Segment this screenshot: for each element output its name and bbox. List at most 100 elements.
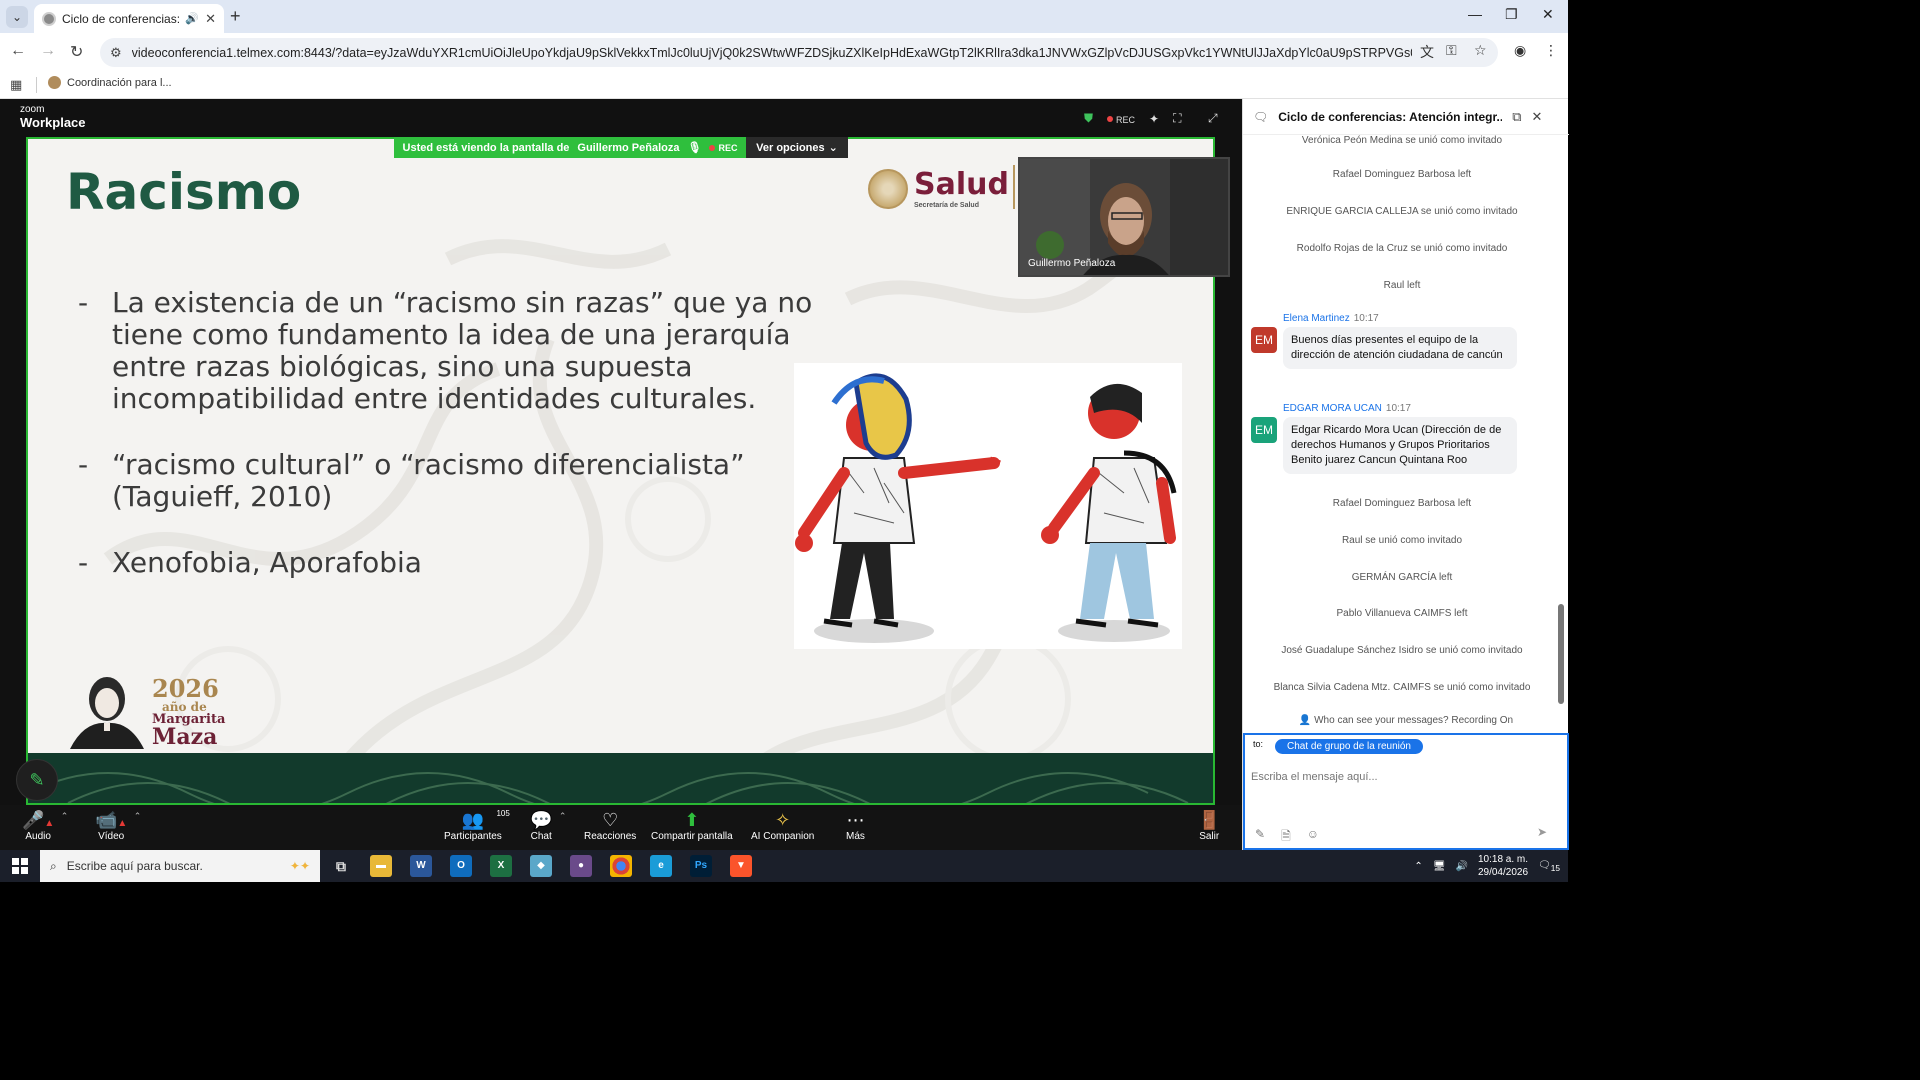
zoom-workplace-logo: zoom Workplace bbox=[20, 105, 86, 131]
left-figure bbox=[795, 373, 1001, 628]
restore-icon[interactable]: ❐ bbox=[1505, 6, 1518, 23]
fullscreen-icon[interactable]: ⤢ bbox=[1208, 111, 1218, 126]
profile-avatar-icon[interactable]: ◉ bbox=[1514, 42, 1526, 59]
emoji-icon[interactable]: ☺ bbox=[1307, 827, 1319, 848]
who-can-see-messages[interactable]: 👤 Who can see your messages? Recording O… bbox=[1243, 715, 1569, 726]
audio-label: Audio bbox=[25, 831, 51, 842]
task-view-icon[interactable]: ⧉ bbox=[330, 855, 352, 877]
system-message: Pablo Villanueva CAIMFS left bbox=[1336, 608, 1468, 619]
video-button[interactable]: 📹▲ Vídeo ⌃ bbox=[95, 809, 141, 842]
translate-icon[interactable]: 文 bbox=[1420, 42, 1434, 62]
chat-button[interactable]: 💬 Chat ⌃ bbox=[530, 809, 566, 842]
forward-arrow-icon[interactable]: → bbox=[40, 42, 56, 60]
audio-caret-icon[interactable]: ⌃ bbox=[61, 811, 69, 822]
participants-button[interactable]: 👥 105 Participantes bbox=[444, 809, 510, 842]
zoom-top-icons: ⛊ REC ✦ ⛶ bbox=[1084, 111, 1182, 126]
participants-icon: 👥 bbox=[461, 810, 485, 830]
new-tab-plus-icon[interactable]: + bbox=[230, 6, 241, 27]
share-screen-label: Compartir pantalla bbox=[651, 831, 733, 842]
system-message: Rodolfo Rojas de la Cruz se unió como in… bbox=[1296, 243, 1508, 254]
photoshop-icon[interactable]: Ps bbox=[690, 855, 712, 877]
ai-companion-label: AI Companion bbox=[751, 831, 815, 842]
margarita-maza-logo: 2026 año de Margarita Maza bbox=[64, 671, 254, 751]
file-explorer-icon[interactable]: ▬ bbox=[370, 855, 392, 877]
salud-logo-name: Salud bbox=[914, 166, 1009, 202]
chrome-icon[interactable] bbox=[610, 855, 632, 877]
send-icon[interactable]: ➤ bbox=[1537, 825, 1555, 841]
recipient-pill[interactable]: Chat de grupo de la reunión bbox=[1275, 739, 1423, 754]
fullscreen-wrap: ⤢ bbox=[1208, 111, 1218, 126]
chevron-down-icon: ⌄ bbox=[828, 142, 838, 154]
reload-icon[interactable]: ↻ bbox=[70, 42, 83, 62]
bullet-dash: - bbox=[78, 286, 89, 319]
bookmark-item[interactable]: Coordinación para l... bbox=[48, 76, 172, 89]
chat-message-input[interactable] bbox=[1251, 757, 1561, 797]
ai-companion-button[interactable]: ✧ AI Companion bbox=[751, 809, 814, 842]
ai-sparkle-icon: ✧ bbox=[775, 810, 791, 830]
network-icon[interactable]: 🖥 bbox=[1433, 861, 1446, 872]
sender-name[interactable]: Elena Martinez bbox=[1283, 313, 1350, 324]
more-button[interactable]: ⋯ Más bbox=[846, 809, 865, 842]
sender-name[interactable]: EDGAR MORA UCAN bbox=[1283, 403, 1382, 414]
volume-icon[interactable]: 🔊 bbox=[1456, 861, 1468, 872]
tab-close-icon[interactable]: ✕ bbox=[205, 11, 216, 27]
encryption-shield-icon[interactable]: ⛊ bbox=[1084, 111, 1093, 126]
format-text-icon[interactable]: ✎ bbox=[1255, 827, 1265, 848]
chat-title: Ciclo de conferencias: Atención integr..… bbox=[1278, 109, 1503, 124]
leave-button[interactable]: 🚪 Salir bbox=[1198, 809, 1220, 842]
browser-toolbar: ← → ↻ ⚙ videoconferencia1.telmex.com:844… bbox=[0, 33, 1568, 71]
reactions-button[interactable]: ♡ Reacciones bbox=[584, 809, 636, 842]
word-icon[interactable]: W bbox=[410, 855, 432, 877]
tab-search-chevron-icon[interactable]: ⌄ bbox=[6, 6, 28, 28]
year-logo-line3: Maza bbox=[152, 724, 218, 750]
speaker-video-tile[interactable]: Guillermo Peñaloza bbox=[1018, 157, 1230, 277]
mexico-seal-icon bbox=[868, 169, 908, 209]
gallery-view-icon[interactable]: ⛶ bbox=[1173, 111, 1181, 126]
app-icon[interactable]: ◆ bbox=[530, 855, 552, 877]
taskbar-search[interactable]: ⌕ Escribe aquí para buscar. ✦✦ bbox=[40, 850, 320, 882]
chat-caret-icon[interactable]: ⌃ bbox=[559, 811, 567, 822]
popout-icon[interactable]: ⧉ bbox=[1512, 109, 1521, 125]
edge-icon[interactable]: e bbox=[650, 855, 672, 877]
browser-tab[interactable]: Ciclo de conferencias: Aten 🔊 ✕ bbox=[34, 4, 224, 33]
address-bar[interactable]: ⚙ videoconferencia1.telmex.com:8443/?dat… bbox=[100, 38, 1498, 67]
who-can-see-text: Who can see your messages? Recording On bbox=[1314, 715, 1514, 726]
site-info-icon[interactable]: ⚙ bbox=[110, 45, 122, 61]
audio-button[interactable]: 🎤▲ Audio ⌃ bbox=[22, 809, 68, 842]
annotate-pencil-button[interactable]: ✎ bbox=[16, 759, 58, 801]
apps-grid-icon[interactable]: ▦ bbox=[10, 77, 22, 93]
password-key-icon[interactable]: ⚿ bbox=[1446, 42, 1457, 59]
zoom-meeting-area: zoom Workplace ⛊ REC ✦ ⛶ ⤢ Racismo Salud… bbox=[0, 99, 1242, 850]
bookmark-divider bbox=[36, 77, 37, 93]
video-caret-icon[interactable]: ⌃ bbox=[134, 811, 142, 822]
tray-chevron-icon[interactable]: ⌃ bbox=[1414, 861, 1422, 872]
share-banner-name: Guillermo Peñaloza bbox=[577, 141, 680, 154]
close-window-icon[interactable]: ✕ bbox=[1542, 6, 1554, 23]
browser-menu-icon[interactable]: ⋮ bbox=[1544, 42, 1558, 59]
video-warning-icon: ▲ bbox=[117, 818, 128, 829]
bookmark-star-icon[interactable]: ☆ bbox=[1474, 42, 1487, 59]
message-meta: Elena Martinez 10:17 bbox=[1283, 313, 1379, 324]
excel-icon[interactable]: X bbox=[490, 855, 512, 877]
minimize-icon[interactable]: — bbox=[1468, 6, 1482, 22]
back-arrow-icon[interactable]: ← bbox=[10, 42, 26, 60]
clock-time: 10:18 a. m. bbox=[1477, 854, 1529, 865]
notification-icon[interactable]: 🗨15 bbox=[1538, 860, 1560, 873]
clock[interactable]: 10:18 a. m. 29/04/2026 bbox=[1478, 853, 1528, 879]
chat-messages[interactable]: Verónica Peón Medina se unió como invita… bbox=[1243, 135, 1561, 715]
ai-sparkle-icon[interactable]: ✦ bbox=[1149, 112, 1159, 126]
chat-scrollbar[interactable] bbox=[1558, 604, 1564, 704]
view-options-button[interactable]: Ver opciones ⌄ bbox=[746, 137, 848, 158]
more-label: Más bbox=[846, 831, 865, 842]
close-chat-icon[interactable]: ✕ bbox=[1532, 109, 1543, 125]
windows-start-icon[interactable] bbox=[12, 858, 28, 874]
salud-logo: Salud Secretaría de Salud bbox=[868, 169, 1009, 209]
slide-bullets: - La existencia de un “racismo sin razas… bbox=[78, 287, 838, 613]
recording-indicator[interactable]: REC bbox=[1107, 112, 1135, 126]
outlook-icon[interactable]: O bbox=[450, 855, 472, 877]
tab-audio-icon[interactable]: 🔊 bbox=[185, 12, 199, 25]
app-icon-2[interactable]: ● bbox=[570, 855, 592, 877]
file-attach-icon[interactable]: 🗎 bbox=[1281, 827, 1291, 848]
brave-icon[interactable]: ▼ bbox=[730, 855, 752, 877]
share-screen-button[interactable]: ⬆ Compartir pantalla bbox=[651, 809, 733, 842]
